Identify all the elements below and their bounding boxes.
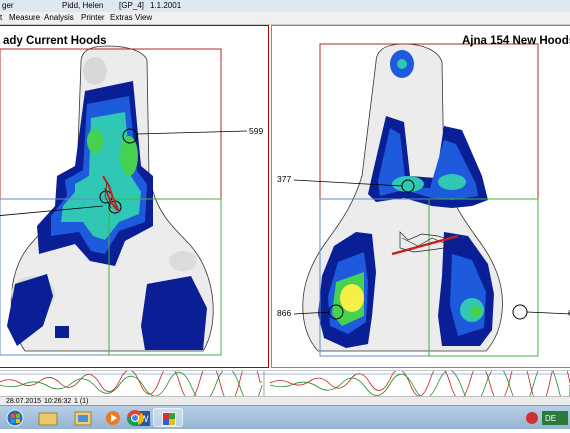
chrome-icon[interactable] [120, 408, 150, 427]
workspace: ady Current Hoods 599 Ajna 154 New Hoods… [0, 25, 570, 370]
svg-text:DE: DE [545, 414, 556, 423]
menu-item-measure[interactable]: Measure [9, 12, 40, 24]
menu-item-view[interactable]: View [135, 12, 152, 24]
folder-icon[interactable] [68, 408, 98, 427]
left-panel-title: ady Current Hoods [3, 35, 107, 47]
pressure-app-icon[interactable] [153, 408, 183, 427]
trace-red [0, 356, 570, 407]
menu-item-analysis[interactable]: Analysis [44, 12, 74, 24]
start-orb-icon[interactable] [3, 408, 33, 427]
title-patient: Pidd, Helen [62, 1, 104, 10]
windows-taskbar: W DE [0, 405, 570, 429]
windows-explorer-icon[interactable] [33, 408, 63, 427]
right-pressure-panel[interactable]: Ajna 154 New Hoods 377 866 6 [271, 25, 570, 368]
window-title-bar: ger Pidd, Helen [GP_4] 1.1.2001 [0, 0, 570, 12]
menu-item-partial[interactable]: t [0, 12, 2, 24]
title-date: 1.1.2001 [150, 1, 182, 10]
menu-item-printer[interactable]: Printer [81, 12, 105, 24]
left-pressure-panel[interactable]: ady Current Hoods 599 [0, 25, 269, 368]
right-callout-left: 866 [277, 308, 292, 318]
trace-strip[interactable] [0, 356, 570, 411]
right-callout-top: 377 [277, 174, 292, 184]
title-record: [GP_4] [119, 1, 144, 10]
menu-bar: t Measure Analysis Printer Extras View [0, 12, 570, 25]
right-panel-title: Ajna 154 New Hoods [462, 35, 570, 47]
left-callout-value: 599 [249, 126, 264, 136]
right-pressure-map [293, 43, 570, 357]
left-pressure-map [0, 45, 248, 356]
system-tray: DE [524, 408, 570, 427]
menu-item-extras[interactable]: Extras [110, 12, 133, 24]
trace-plot [0, 356, 570, 411]
title-app-fragment: ger [2, 1, 14, 10]
